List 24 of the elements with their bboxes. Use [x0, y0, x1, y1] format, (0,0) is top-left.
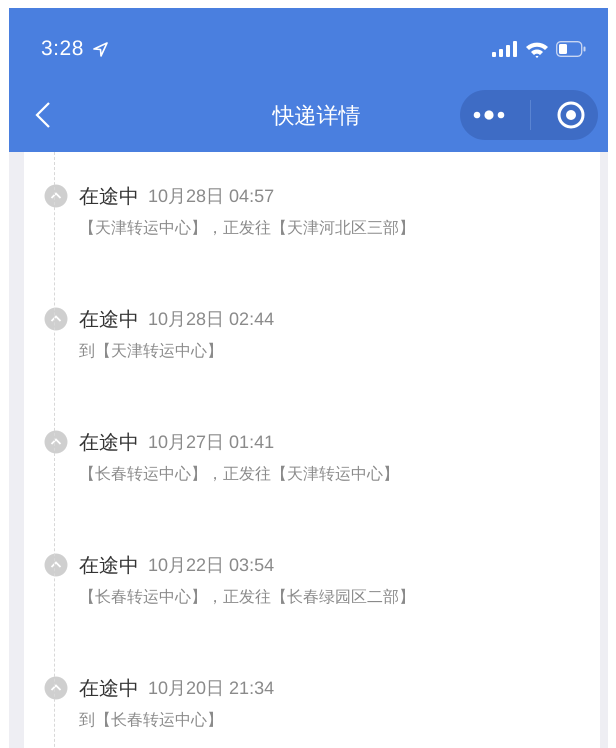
page-title: 快递详情: [272, 103, 360, 131]
event-time: 10月28日 02:44: [148, 308, 274, 331]
status-label: 在途中: [79, 428, 139, 456]
status-label: 在途中: [79, 182, 139, 210]
more-icon[interactable]: [472, 109, 506, 121]
signal-icon: [492, 41, 518, 57]
status-time: 3:28: [41, 37, 84, 61]
wifi-icon: [525, 40, 549, 58]
event-detail: 【长春转运中心】，正发往【长春绿园区二部】: [78, 587, 416, 608]
event-detail: 到【长春转运中心】: [78, 710, 224, 731]
status-label: 在途中: [79, 674, 139, 702]
event-time: 10月27日 01:41: [148, 431, 274, 454]
event-time: 10月28日 04:57: [148, 185, 274, 208]
event-detail: 【天津转运中心】，正发往【天津河北区三部】: [78, 218, 416, 239]
location-arrow-icon: [92, 42, 108, 56]
battery-icon: [556, 41, 586, 57]
event-detail: 【长春转运中心】，正发往【天津转运中心】: [78, 464, 400, 485]
event-time: 10月20日 21:34: [148, 677, 274, 700]
back-icon[interactable]: [35, 101, 51, 129]
status-label: 在途中: [79, 306, 139, 332]
status-label: 在途中: [79, 552, 139, 578]
event-time: 10月22日 03:54: [148, 554, 274, 577]
close-target-icon[interactable]: [556, 100, 586, 130]
event-detail: 到【天津转运中心】: [78, 341, 224, 362]
